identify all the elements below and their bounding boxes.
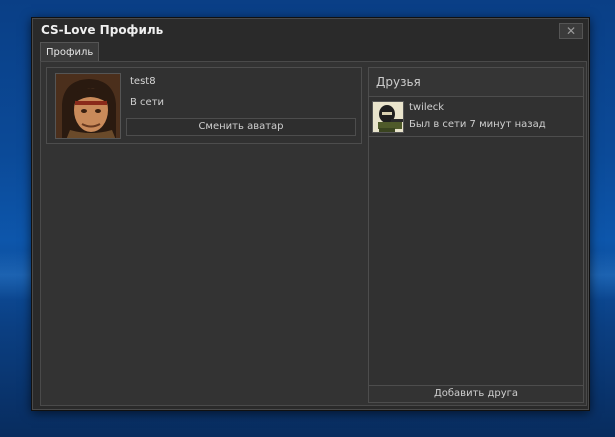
friend-name: twileck [409, 102, 445, 113]
friend-status: Был в сети 7 минут назад [409, 119, 546, 130]
tab-profile-label: Профиль [46, 47, 94, 58]
add-friend-button[interactable]: Добавить друга [369, 385, 583, 402]
friend-avatar [372, 101, 404, 133]
profile-status: В сети [130, 97, 165, 108]
tab-profile[interactable]: Профиль [40, 42, 100, 62]
friends-panel: Друзья twileck Был в сети 7 минут назад [368, 67, 584, 403]
profile-username: test8 [130, 76, 156, 87]
close-icon: ✕ [565, 24, 577, 38]
title-bar[interactable]: CS-Love Профиль ✕ [32, 18, 589, 42]
window-title: CS-Love Профиль [41, 23, 164, 37]
avatar [55, 73, 121, 139]
list-item[interactable]: twileck Был в сети 7 минут назад [369, 97, 583, 137]
tab-content: test8 В сети Сменить аватар Друзья twile… [40, 61, 587, 406]
profile-card: test8 В сети Сменить аватар [46, 67, 362, 144]
friend-avatar-image-icon [373, 102, 403, 132]
change-avatar-button[interactable]: Сменить аватар [126, 118, 356, 136]
friends-title: Друзья [376, 75, 421, 89]
close-button[interactable]: ✕ [559, 23, 583, 39]
profile-window: CS-Love Профиль ✕ Профиль test8 В сети С… [31, 17, 590, 411]
avatar-image-icon [56, 74, 120, 138]
friends-header: Друзья [369, 68, 583, 97]
